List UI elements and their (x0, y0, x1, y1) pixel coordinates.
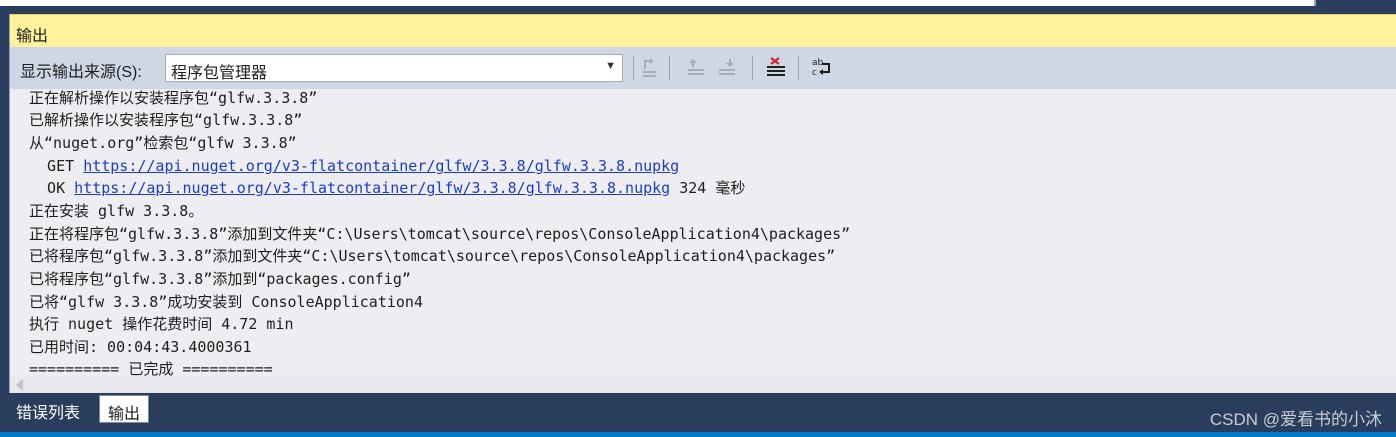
output-line: 执行 nuget 操作花费时间 4.72 min (29, 315, 294, 333)
toolbar-separator (669, 56, 670, 80)
line-suffix: 324 毫秒 (670, 179, 746, 197)
status-accent-line (0, 432, 1396, 437)
output-toolbar: 显示输出来源(S): 程序包管理器 ▼ ab c (10, 47, 1396, 89)
chevron-down-icon[interactable]: ▼ (605, 60, 616, 72)
output-line: OK https://api.nuget.org/v3-flatcontaine… (29, 179, 745, 197)
package-download-link[interactable]: https://api.nuget.org/v3-flatcontainer/g… (74, 179, 670, 197)
tab-output[interactable]: 输出 (99, 395, 150, 423)
word-wrap-button[interactable]: ab c (808, 55, 834, 81)
previous-message-button[interactable] (683, 55, 709, 81)
output-source-value: 程序包管理器 (171, 65, 268, 82)
package-download-link[interactable]: https://api.nuget.org/v3-flatcontainer/g… (83, 157, 679, 175)
output-source-select[interactable]: 程序包管理器 ▼ (165, 54, 623, 82)
watermark: CSDN @爱看书的小沐 (1209, 410, 1382, 429)
toolbar-separator (798, 56, 799, 80)
line-prefix: OK (29, 179, 75, 197)
source-label: 显示输出来源(S): (20, 64, 142, 81)
output-line: 已解析操作以安装程序包“glfw.3.3.8” (29, 111, 303, 129)
svg-text:c: c (812, 68, 817, 78)
clear-all-button[interactable] (763, 55, 789, 81)
scroll-left-icon[interactable] (16, 379, 23, 391)
output-text-area[interactable]: 正在解析操作以安装程序包“glfw.3.3.8” 已解析操作以安装程序包“glf… (10, 89, 1396, 377)
next-message-icon (719, 59, 735, 75)
bottom-tab-bar: 错误列表 输出 CSDN @爱看书的小沐 (0, 393, 1396, 437)
line-prefix: GET (29, 157, 84, 175)
svg-text:ab: ab (812, 58, 824, 68)
output-line: 正在解析操作以安装程序包“glfw.3.3.8” (29, 89, 318, 107)
output-line: 已将“glfw 3.3.8”成功安装到 ConsoleApplication4 (29, 293, 423, 311)
editor-edge (0, 0, 1316, 6)
output-line: ========== 已完成 ========== (29, 360, 273, 377)
word-wrap-icon: ab c (812, 58, 830, 78)
panel-title: 输出 (16, 28, 49, 45)
output-line: 已将程序包“glfw.3.3.8”添加到文件夹“C:\Users\tomcat\… (29, 247, 836, 265)
output-line: 正在安装 glfw 3.3.8。 (29, 202, 204, 220)
goto-source-button[interactable] (636, 55, 662, 81)
output-line: 从“nuget.org”检索包“glfw 3.3.8” (29, 134, 297, 152)
output-line: GET https://api.nuget.org/v3-flatcontain… (29, 157, 679, 175)
next-message-button[interactable] (714, 55, 740, 81)
tab-error-list[interactable]: 错误列表 (8, 395, 88, 423)
toolbar-separator (633, 56, 634, 80)
panel-titlebar[interactable]: 输出 (10, 14, 1396, 47)
output-panel: 输出 显示输出来源(S): 程序包管理器 ▼ ab c 正在解析操作以安装程序包… (9, 14, 1396, 393)
output-line: 已将程序包“glfw.3.3.8”添加到“packages.config” (29, 270, 411, 288)
clear-all-icon (767, 57, 785, 76)
toolbar-separator (752, 56, 753, 80)
previous-message-icon (688, 59, 704, 75)
horizontal-scrollbar[interactable] (10, 377, 1396, 393)
output-line: 已用时间: 00:04:43.4000361 (29, 338, 252, 356)
top-editor-strip (0, 0, 1396, 14)
goto-source-icon (643, 58, 656, 77)
output-line: 正在将程序包“glfw.3.3.8”添加到文件夹“C:\Users\tomcat… (29, 225, 851, 243)
